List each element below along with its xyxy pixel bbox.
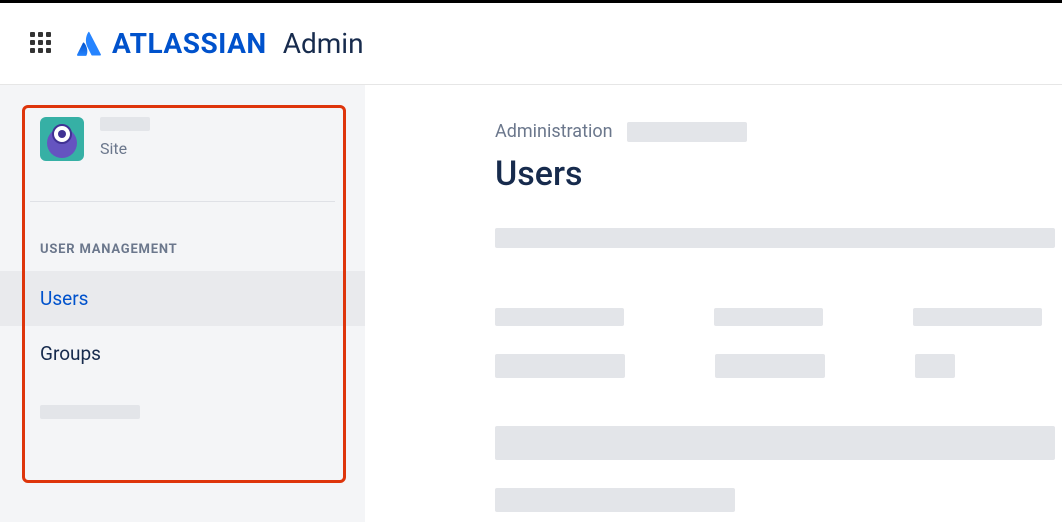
breadcrumb: Administration [495,121,1042,142]
site-type-label: Site [100,139,150,158]
site-name-placeholder [100,117,150,131]
filter-input-placeholder[interactable] [715,354,825,378]
column-header-placeholder [913,308,1042,326]
breadcrumb-placeholder [627,122,747,142]
brand-logo-area[interactable]: ATLASSIAN Admin [74,27,364,60]
description-placeholder [495,228,1055,248]
site-info: Site [100,117,150,158]
table-row-placeholder [495,488,735,512]
sidebar-section-heading: USER MANAGEMENT [0,202,365,271]
sidebar-item-label: Users [40,287,88,310]
sidebar-item-users[interactable]: Users [0,271,365,326]
app-switcher-icon[interactable] [30,32,54,56]
filter-header-row [495,308,1042,326]
page-title: Users [495,154,1042,194]
sidebar-item-label: Groups [40,342,101,365]
main-content: Administration Users [365,85,1062,522]
site-switcher[interactable]: Site [0,105,365,191]
breadcrumb-root[interactable]: Administration [495,121,613,142]
top-navigation-bar: ATLASSIAN Admin [0,3,1062,85]
product-name: Admin [283,27,364,60]
brand-name: ATLASSIAN [112,27,267,60]
filter-input-placeholder[interactable] [915,354,955,378]
filter-input-row [495,354,1042,378]
body-area: Site USER MANAGEMENT Users Groups Admini… [0,85,1062,522]
column-header-placeholder [714,308,823,326]
sidebar: Site USER MANAGEMENT Users Groups [0,85,365,522]
filter-input-placeholder[interactable] [495,354,625,378]
column-header-placeholder [495,308,624,326]
sidebar-item-groups[interactable]: Groups [0,326,365,381]
atlassian-logo-icon [74,30,102,58]
site-avatar-icon [40,117,84,161]
sidebar-item-placeholder [40,405,140,419]
table-row-placeholder [495,426,1055,460]
